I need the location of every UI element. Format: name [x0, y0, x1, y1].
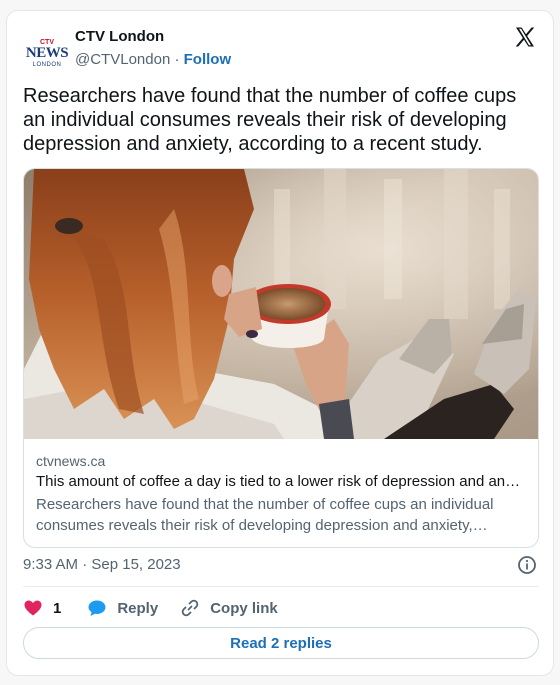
- avatar[interactable]: CTV NEWS LONDON: [25, 31, 69, 75]
- action-bar: 1 Reply Copy link: [23, 597, 278, 619]
- author-name[interactable]: CTV London: [75, 28, 164, 45]
- link-title[interactable]: This amount of coffee a day is tied to a…: [36, 472, 526, 492]
- tweet-timestamp[interactable]: 9:33 AM · Sep 15, 2023: [23, 556, 181, 573]
- reply-label: Reply: [117, 599, 159, 617]
- link-domain: ctvnews.ca: [36, 453, 106, 469]
- copy-link-label: Copy link: [210, 599, 278, 617]
- heart-icon: [24, 600, 42, 616]
- divider: [23, 586, 539, 587]
- author-handle[interactable]: @CTVLondon: [75, 51, 170, 68]
- author-handle-row: @CTVLondon · Follow: [75, 51, 231, 68]
- article-image: [24, 169, 538, 439]
- read-replies-button[interactable]: Read 2 replies: [23, 627, 539, 659]
- link-icon: [181, 599, 199, 617]
- reply-button[interactable]: Reply: [87, 598, 158, 618]
- link-preview-card[interactable]: ctvnews.ca This amount of coffee a day i…: [23, 168, 539, 548]
- tweet-text: Researchers have found that the number o…: [23, 85, 517, 155]
- like-count: 1: [53, 599, 62, 617]
- link-preview-meta: ctvnews.ca This amount of coffee a day i…: [36, 451, 526, 536]
- avatar-city-label: LONDON: [32, 61, 62, 68]
- avatar-news-logo: NEWS: [25, 44, 69, 61]
- follow-button[interactable]: Follow: [184, 51, 232, 68]
- tweet-embed-card: CTV NEWS LONDON CTV London @CTVLondon · …: [6, 10, 554, 676]
- like-button[interactable]: 1: [23, 598, 61, 618]
- handle-separator: ·: [170, 51, 184, 68]
- link-description: Researchers have found that the number o…: [36, 496, 494, 534]
- info-icon[interactable]: [517, 555, 537, 575]
- x-logo-icon[interactable]: [513, 25, 537, 49]
- reply-bubble-icon: [88, 600, 106, 616]
- copy-link-button[interactable]: Copy link: [180, 598, 278, 618]
